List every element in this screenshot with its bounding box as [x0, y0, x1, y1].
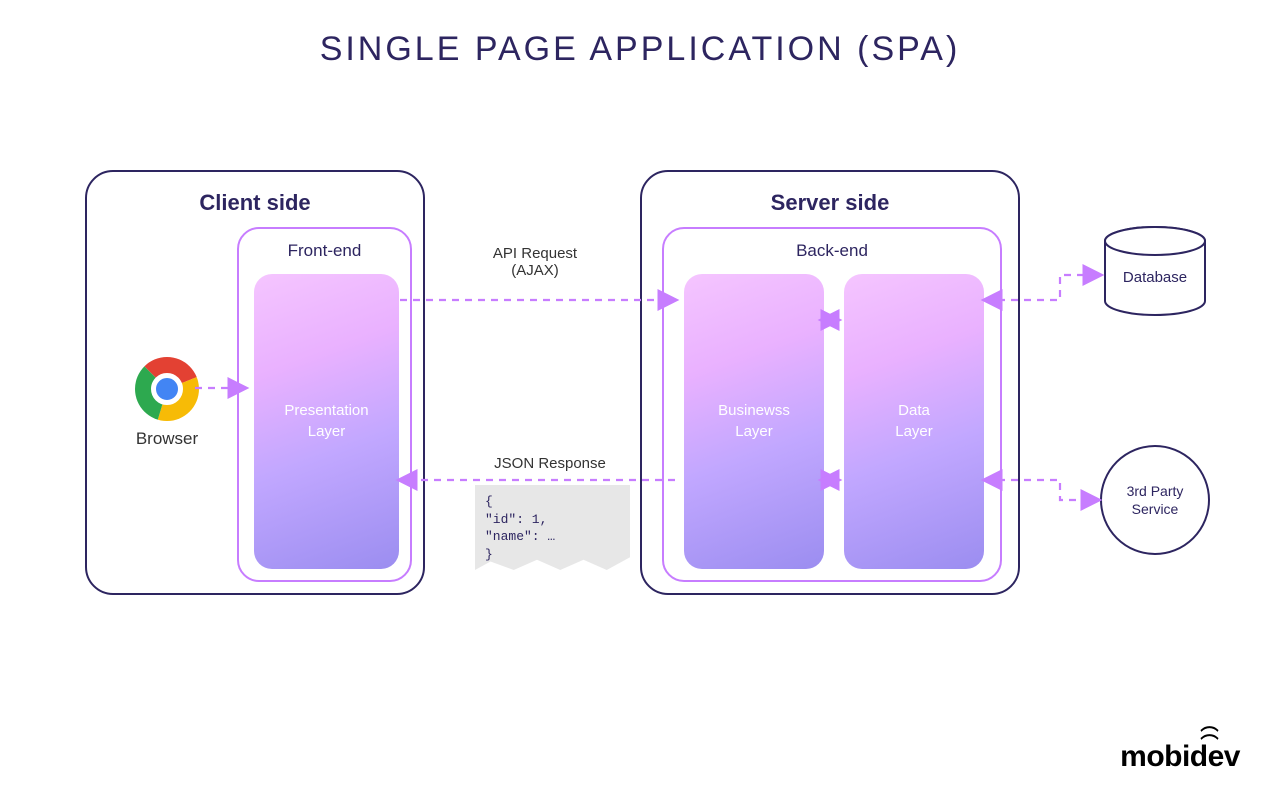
database-label: Database: [1095, 269, 1215, 286]
json-line-2: "id": 1,: [485, 511, 620, 529]
business-layer-line2: Layer: [684, 422, 824, 442]
data-layer-line1: Data: [844, 401, 984, 421]
client-panel: Client side Front-end Presentation Layer…: [85, 170, 425, 595]
diagram-title: SINGLE PAGE APPLICATION (SPA): [0, 30, 1280, 69]
brand-text: mobidev: [1120, 740, 1240, 773]
json-snippet: { "id": 1, "name": … }: [475, 485, 630, 570]
chrome-icon: [135, 357, 199, 421]
frontend-frame: Front-end Presentation Layer: [237, 227, 412, 582]
api-request-line1: API Request: [455, 245, 615, 262]
browser-block: Browser: [122, 357, 212, 449]
client-panel-title: Client side: [87, 190, 423, 216]
wifi-icon: ⌒⌒: [1201, 732, 1219, 748]
browser-label: Browser: [122, 429, 212, 449]
presentation-layer-box: Presentation Layer: [254, 274, 399, 569]
database-node: Database: [1095, 225, 1215, 325]
api-request-line2: (AJAX): [455, 262, 615, 279]
business-layer-line1: Businewss: [684, 401, 824, 421]
third-party-service-node: 3rd Party Service: [1100, 445, 1210, 555]
server-panel: Server side Back-end Businewss Layer Dat…: [640, 170, 1020, 595]
json-line-1: {: [485, 493, 620, 511]
presentation-layer-line2: Layer: [254, 422, 399, 442]
data-layer-box: Data Layer: [844, 274, 984, 569]
frontend-title: Front-end: [239, 241, 410, 261]
json-response-label: JSON Response: [470, 455, 630, 472]
backend-title: Back-end: [664, 241, 1000, 261]
json-line-3: "name": …: [485, 528, 620, 546]
data-layer-line2: Layer: [844, 422, 984, 442]
presentation-layer-line1: Presentation: [254, 401, 399, 421]
tps-line1: 3rd Party: [1127, 482, 1184, 500]
server-panel-title: Server side: [642, 190, 1018, 216]
api-request-label: API Request (AJAX): [455, 245, 615, 279]
business-layer-box: Businewss Layer: [684, 274, 824, 569]
tps-line2: Service: [1127, 500, 1184, 518]
json-line-4: }: [485, 546, 620, 564]
backend-frame: Back-end Businewss Layer Data Layer: [662, 227, 1002, 582]
mobidev-logo: ⌒⌒ mobidev: [1120, 740, 1240, 774]
